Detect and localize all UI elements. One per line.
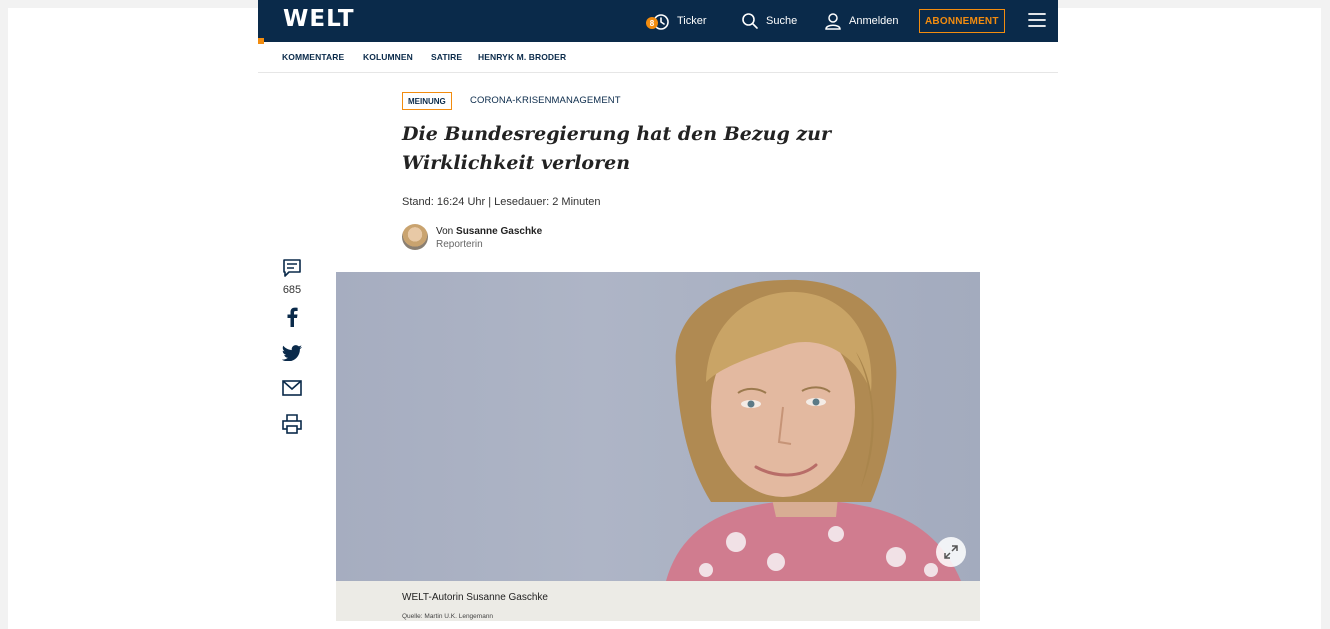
hero-image[interactable] [336, 272, 980, 581]
print-icon [282, 414, 302, 434]
author-avatar[interactable] [402, 224, 428, 250]
sub-navigation: KOMMENTARE KOLUMNEN SATIRE HENRYK M. BRO… [258, 42, 1058, 73]
image-credit: Quelle: Martin U.K. Lengemann [402, 613, 494, 620]
print-button[interactable] [280, 414, 304, 434]
welt-logo[interactable]: WELT [283, 6, 355, 32]
author-prefix: Von [436, 226, 454, 237]
subnav-item-kolumnen[interactable]: KOLUMNEN [363, 52, 413, 62]
article-headline: Die Bundesregierung hat den Bezug zur Wi… [402, 123, 831, 174]
subnav-item-broder[interactable]: HENRYK M. BRODER [478, 52, 566, 62]
ticker-label: Ticker [677, 15, 707, 27]
author-portrait [666, 279, 961, 581]
top-bar: WELT 8 Ticker Suche Anmelden ABONNEMENT [258, 0, 1058, 44]
facebook-share-button[interactable] [280, 307, 304, 327]
search-label: Suche [766, 15, 798, 27]
user-icon [825, 13, 841, 30]
mail-share-button[interactable] [280, 380, 304, 396]
author-role: Reporterin [436, 239, 483, 250]
image-caption: WELT-Autorin Susanne Gaschke [402, 592, 548, 603]
comment-button[interactable] [280, 258, 304, 278]
subnav-item-satire[interactable]: SATIRE [431, 52, 462, 62]
subscribe-button[interactable]: ABONNEMENT [919, 9, 1005, 33]
author-name[interactable]: Susanne Gaschke [456, 226, 542, 237]
comment-count[interactable]: 685 [280, 284, 304, 296]
kicker-topic[interactable]: CORONA-KRISENMANAGEMENT [470, 95, 621, 106]
expand-icon [944, 545, 958, 559]
article-meta: Stand: 16:24 Uhr | Lesedauer: 2 Minuten [402, 196, 601, 208]
ticker-link[interactable]: 8 Ticker [646, 0, 707, 42]
menu-icon[interactable] [1028, 12, 1046, 28]
ticker-badge: 8 [646, 17, 658, 29]
search-icon [742, 13, 758, 29]
facebook-icon [287, 307, 298, 327]
expand-image-button[interactable] [936, 537, 966, 567]
mail-icon [282, 380, 302, 396]
comment-icon [283, 259, 301, 277]
kicker-badge[interactable]: MEINUNG [402, 92, 452, 110]
login-label: Anmelden [849, 15, 899, 27]
search-link[interactable]: Suche [741, 0, 797, 42]
twitter-icon [282, 345, 302, 361]
login-link[interactable]: Anmelden [824, 0, 899, 42]
subnav-item-kommentare[interactable]: KOMMENTARE [282, 52, 344, 62]
twitter-share-button[interactable] [280, 345, 304, 361]
author-byline: Von Susanne Gaschke [436, 226, 542, 237]
